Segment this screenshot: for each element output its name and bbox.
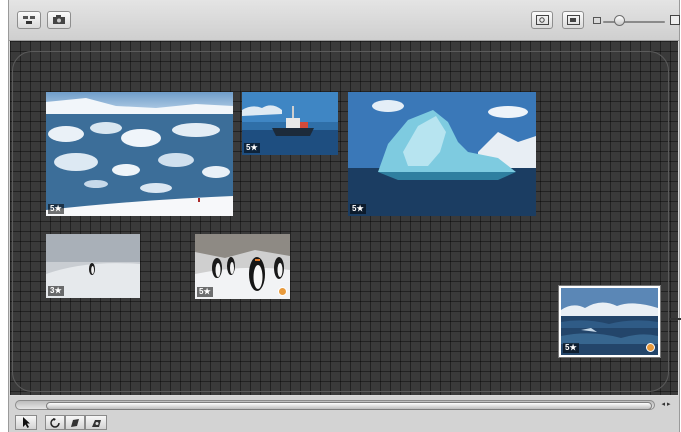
light-table-canvas[interactable]: 5★ 5★ 5★ 3★ 5★ 5★ [10,41,678,395]
color-label-tool-icon [91,419,101,427]
rating-badge: 5★ [48,204,64,214]
rating-badge: 5★ [244,143,260,153]
rating-badge: 5★ [197,287,213,297]
zoom-slider-track[interactable] [603,21,665,23]
viewer-icon [566,15,580,25]
rotate-tool-icon [50,417,60,428]
zoom-out-icon[interactable] [593,17,601,24]
zoom-in-icon[interactable] [670,15,680,25]
photo-stormy-sea[interactable]: 5★ [559,286,660,357]
photo-iceberg-field[interactable]: 5★ [46,92,233,216]
flag-tool-button[interactable] [65,415,85,430]
horizontal-scrollbar[interactable] [15,400,655,410]
photo-penguin-group[interactable]: 5★ [195,234,290,299]
zoom-to-fit-icon [535,15,549,25]
color-label-tool-button[interactable] [85,415,107,430]
rotate-tool-button[interactable] [45,415,65,430]
color-label-dot [278,287,287,296]
zoom-slider-knob[interactable] [614,15,625,26]
scrollbar-thumb[interactable] [46,402,652,410]
bottom-bar: ◂▸ [9,396,679,432]
blue-iceberg-image [348,92,536,216]
light-table-window: 5★ 5★ 5★ 3★ 5★ 5★ ◂▸ [8,0,680,432]
pointer-tool-button[interactable] [15,415,37,430]
top-toolbar [9,0,680,41]
callout-line [669,318,681,320]
photo-ship[interactable]: 5★ [242,92,338,155]
rating-badge: 3★ [48,286,64,296]
scroll-arrows[interactable]: ◂▸ [657,400,677,410]
pointer-tool-icon [23,417,30,428]
flag-tool-icon [71,418,79,427]
photo-blue-iceberg[interactable]: 5★ [348,92,536,216]
camera-button[interactable] [47,11,71,29]
rating-badge: 5★ [350,204,366,214]
viewer-button[interactable] [562,11,584,29]
stack-button[interactable] [17,11,41,29]
color-label-dot [646,343,655,352]
stack-icon [23,16,35,24]
iceberg-field-image [46,92,233,216]
zoom-to-fit-button[interactable] [531,11,553,29]
camera-icon [53,15,65,24]
photo-lone-penguin[interactable]: 3★ [46,234,140,298]
rating-badge: 5★ [563,343,579,353]
